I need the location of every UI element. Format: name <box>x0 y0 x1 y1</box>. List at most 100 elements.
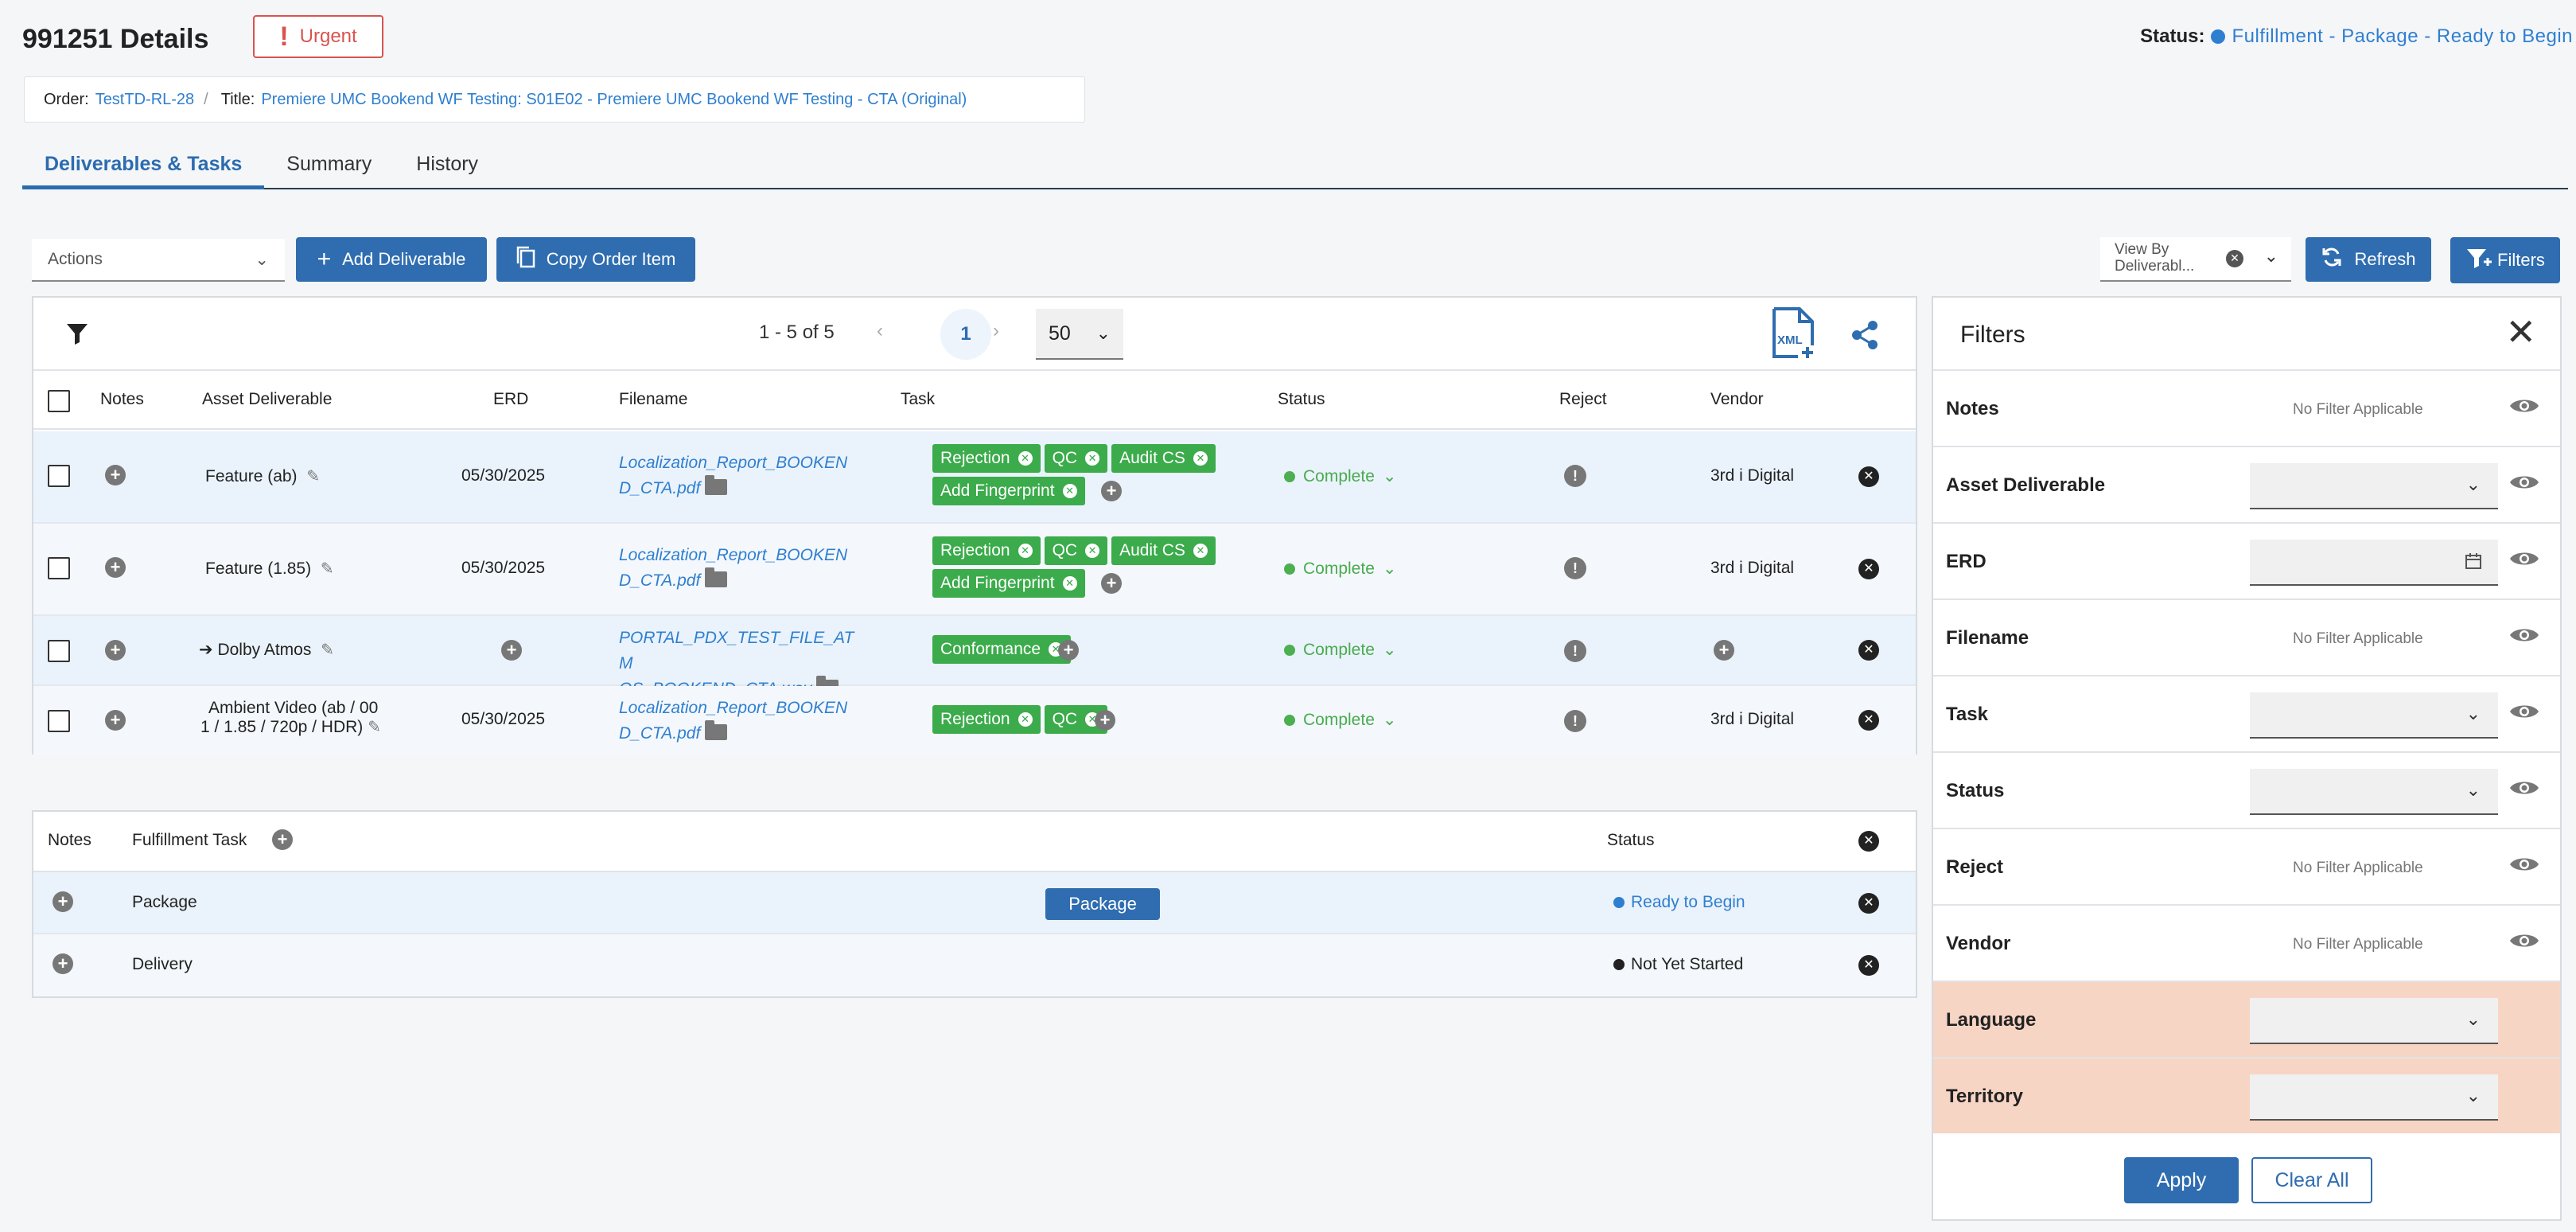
chevron-right-icon[interactable]: › <box>993 320 999 342</box>
task-tag[interactable]: Add Fingerprint ✕ <box>932 569 1085 598</box>
add-note-icon[interactable]: + <box>53 953 73 974</box>
eye-icon[interactable] <box>2509 778 2539 801</box>
row-checkbox[interactable] <box>48 640 70 662</box>
status-select[interactable]: ⌄ <box>2250 769 2498 815</box>
remove-row-icon[interactable]: ✕ <box>1858 466 1879 487</box>
order-link[interactable]: TestTD-RL-28 <box>95 91 194 109</box>
status-dropdown[interactable]: Complete ⌄ <box>1284 559 1397 579</box>
fulfillment-row[interactable]: + Package Package Ready to Begin ✕ <box>33 872 1916 934</box>
status-dropdown[interactable]: Complete ⌄ <box>1284 710 1397 730</box>
pencil-icon[interactable]: ✎ <box>321 641 334 659</box>
clear-icon[interactable]: ✕ <box>2226 250 2243 267</box>
reject-icon[interactable]: ! <box>1564 710 1586 732</box>
add-note-icon[interactable]: + <box>53 891 73 912</box>
row-checkbox[interactable] <box>48 465 70 487</box>
table-row[interactable]: + Ambient Video (ab / 00 1 / 1.85 / 720p… <box>33 686 1916 754</box>
table-row[interactable]: + ➔ Dolby Atmos ✎ + PORTAL_PDX_TEST_FILE… <box>33 616 1916 698</box>
task-select[interactable]: ⌄ <box>2250 692 2498 739</box>
tab-summary[interactable]: Summary <box>264 143 394 189</box>
row-checkbox[interactable] <box>48 557 70 579</box>
table-row[interactable]: + Feature (ab) ✎ 05/30/2025 Localization… <box>33 431 1916 524</box>
share-icon[interactable] <box>1850 320 1879 354</box>
calendar-icon[interactable] <box>2465 552 2482 574</box>
remove-row-icon[interactable]: ✕ <box>1858 710 1879 731</box>
table-row[interactable]: + Feature (1.85) ✎ 05/30/2025 Localizati… <box>33 524 1916 616</box>
filename-link[interactable]: Localization_Report_BOOKEN D_CTA.pdf <box>619 696 866 747</box>
add-erd-icon[interactable]: + <box>501 640 522 661</box>
task-tag[interactable]: Rejection ✕ <box>932 444 1041 473</box>
eye-icon[interactable] <box>2509 931 2539 954</box>
task-tag[interactable]: Conformance ✕ <box>932 635 1072 664</box>
add-note-icon[interactable]: + <box>105 710 126 731</box>
status-dropdown[interactable]: Complete ⌄ <box>1284 640 1397 660</box>
chevron-left-icon[interactable]: ‹ <box>877 320 883 342</box>
folder-icon[interactable] <box>705 567 728 587</box>
task-tag[interactable]: Audit CS ✕ <box>1111 444 1216 473</box>
copy-order-item-button[interactable]: Copy Order Item <box>496 237 695 282</box>
task-tag[interactable]: Rejection ✕ <box>932 536 1041 565</box>
add-fulfillment-task-icon[interactable]: + <box>272 829 293 850</box>
filename-link[interactable]: Localization_Report_BOOKEN D_CTA.pdf <box>619 543 866 594</box>
add-deliverable-button[interactable]: + Add Deliverable <box>296 237 487 282</box>
view-by-select[interactable]: View By Deliverabl... ✕ ⌄ <box>2100 237 2291 282</box>
fulfillment-row[interactable]: + Delivery Not Yet Started ✕ <box>33 934 1916 996</box>
eye-icon[interactable] <box>2509 855 2539 878</box>
apply-button[interactable]: Apply <box>2124 1157 2239 1203</box>
remove-tag-icon[interactable]: ✕ <box>1062 576 1077 591</box>
pencil-icon[interactable]: ✎ <box>368 719 381 736</box>
remove-row-icon[interactable]: ✕ <box>1858 559 1879 579</box>
language-select[interactable]: ⌄ <box>2250 998 2498 1044</box>
title-link[interactable]: Premiere UMC Bookend WF Testing: S01E02 … <box>261 91 967 109</box>
add-task-icon[interactable]: + <box>1058 640 1079 661</box>
pencil-icon[interactable]: ✎ <box>306 468 320 485</box>
per-page-select[interactable]: 50 ⌄ <box>1036 309 1123 360</box>
remove-tag-icon[interactable]: ✕ <box>1193 544 1208 558</box>
remove-tag-icon[interactable]: ✕ <box>1018 544 1033 558</box>
filter-icon[interactable] <box>65 322 89 352</box>
xml-export-icon[interactable]: XML <box>1771 307 1819 364</box>
filename-link[interactable]: Localization_Report_BOOKEN D_CTA.pdf <box>619 450 866 501</box>
select-all-checkbox[interactable] <box>48 390 70 412</box>
remove-tag-icon[interactable]: ✕ <box>1018 712 1033 727</box>
add-vendor-icon[interactable]: + <box>1714 640 1734 661</box>
eye-icon[interactable] <box>2509 626 2539 649</box>
remove-row-icon[interactable]: ✕ <box>1858 893 1879 914</box>
reject-icon[interactable]: ! <box>1564 640 1586 662</box>
eye-icon[interactable] <box>2509 473 2539 496</box>
reject-icon[interactable]: ! <box>1564 465 1586 487</box>
remove-tag-icon[interactable]: ✕ <box>1085 451 1100 466</box>
remove-tag-icon[interactable]: ✕ <box>1085 544 1100 558</box>
tab-deliverables-tasks[interactable]: Deliverables & Tasks <box>22 143 265 189</box>
status-dropdown[interactable]: Complete ⌄ <box>1284 466 1397 486</box>
remove-tag-icon[interactable]: ✕ <box>1062 484 1077 498</box>
eye-icon[interactable] <box>2509 396 2539 419</box>
task-tag[interactable]: QC ✕ <box>1044 444 1108 473</box>
refresh-button[interactable]: Refresh <box>2306 237 2431 282</box>
add-task-icon[interactable]: + <box>1101 573 1122 594</box>
remove-row-icon[interactable]: ✕ <box>1858 640 1879 661</box>
remove-tag-icon[interactable]: ✕ <box>1193 451 1208 466</box>
task-tag[interactable]: Rejection ✕ <box>932 705 1041 734</box>
folder-icon[interactable] <box>705 720 728 740</box>
clear-all-button[interactable]: Clear All <box>2251 1157 2372 1203</box>
task-tag[interactable]: Add Fingerprint ✕ <box>932 477 1085 505</box>
filters-button[interactable]: Filters <box>2450 237 2560 283</box>
remove-tag-icon[interactable]: ✕ <box>1018 451 1033 466</box>
reject-icon[interactable]: ! <box>1564 557 1586 579</box>
eye-icon[interactable] <box>2509 702 2539 725</box>
eye-icon[interactable] <box>2509 549 2539 572</box>
add-note-icon[interactable]: + <box>105 557 126 578</box>
erd-date-input[interactable] <box>2250 540 2498 586</box>
folder-icon[interactable] <box>705 475 728 495</box>
row-checkbox[interactable] <box>48 710 70 732</box>
add-note-icon[interactable]: + <box>105 465 126 485</box>
remove-all-icon[interactable]: ✕ <box>1858 831 1879 852</box>
add-task-icon[interactable]: + <box>1101 481 1122 501</box>
add-note-icon[interactable]: + <box>105 640 126 661</box>
add-task-icon[interactable]: + <box>1095 710 1115 731</box>
pencil-icon[interactable]: ✎ <box>321 560 334 578</box>
page-number[interactable]: 1 <box>940 309 991 360</box>
task-tag[interactable]: Audit CS ✕ <box>1111 536 1216 565</box>
tab-history[interactable]: History <box>394 143 500 189</box>
asset-deliverable-select[interactable]: ⌄ <box>2250 463 2498 509</box>
